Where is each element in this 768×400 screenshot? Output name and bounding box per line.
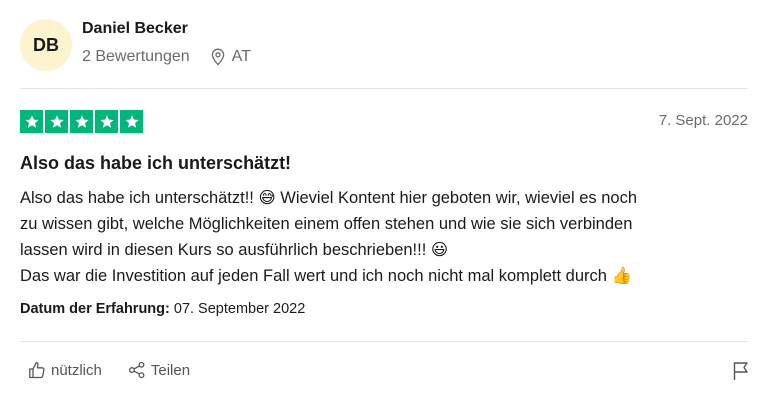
reviewer-name[interactable]: Daniel Becker — [82, 19, 251, 39]
avatar[interactable]: DB — [20, 19, 72, 71]
reviewer-country: AT — [231, 48, 251, 65]
share-label: Teilen — [150, 361, 191, 379]
star-icon — [120, 110, 143, 133]
review-body-line: lassen wird in diesen Kurs so ausführlic… — [20, 241, 449, 259]
review-date: 7. Sept. 2022 — [658, 112, 748, 129]
experience-date: Datum der Erfahrung: 07. September 2022 — [20, 301, 305, 317]
share-icon — [128, 361, 145, 379]
review-actions: nützlich Teilen — [28, 361, 216, 379]
actions-divider — [20, 341, 748, 342]
review-body: Also das habe ich unterschätzt!! 😅 Wievi… — [20, 185, 750, 289]
review-body-line: Das war die Investition auf jeden Fall w… — [20, 267, 633, 285]
review-body-line: Also das habe ich unterschätzt!! 😅 Wievi… — [20, 189, 638, 207]
header-divider — [20, 88, 748, 89]
star-icon — [20, 110, 43, 133]
star-icon — [45, 110, 68, 133]
reviewer-header: DB Daniel Becker 2 Bewertungen AT — [20, 17, 251, 73]
reviewer-info: Daniel Becker 2 Bewertungen AT — [82, 20, 251, 67]
useful-button[interactable]: nützlich — [28, 361, 102, 379]
star-rating — [20, 110, 145, 133]
useful-label: nützlich — [51, 361, 102, 379]
experience-label: Datum der Erfahrung: — [20, 301, 170, 317]
review-title[interactable]: Also das habe ich unterschätzt! — [20, 153, 291, 174]
reviews-count: 2 Bewertungen — [82, 48, 190, 65]
experience-value: 07. September 2022 — [173, 301, 306, 317]
reviewer-meta: 2 Bewertungen AT — [82, 47, 251, 67]
review-body-line: zu wissen gibt, welche Möglichkeiten ein… — [20, 215, 633, 233]
thumbs-up-icon — [29, 362, 45, 379]
report-button[interactable] — [732, 361, 750, 386]
location-pin-icon — [211, 48, 224, 66]
share-button[interactable]: Teilen — [128, 361, 190, 379]
star-icon — [70, 110, 93, 133]
reviewer-location: AT — [210, 47, 251, 67]
flag-icon — [733, 362, 748, 380]
star-icon — [95, 110, 118, 133]
